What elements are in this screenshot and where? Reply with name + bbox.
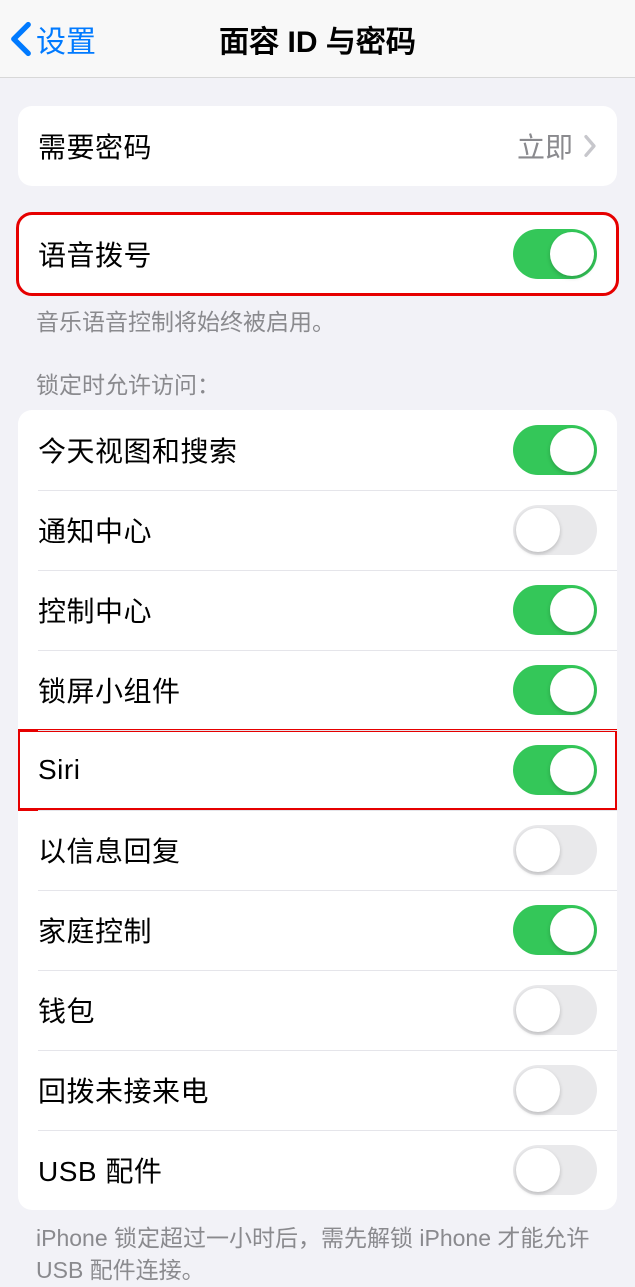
lock-access-row-今天视图和搜索: 今天视图和搜索 — [18, 410, 617, 490]
lock-access-label: 回拨未接来电 — [38, 1070, 209, 1110]
lock-access-row-siri: Siri — [18, 730, 617, 810]
lock-access-toggle-回拨未接来电[interactable] — [513, 1065, 597, 1115]
lock-access-toggle-锁屏小组件[interactable] — [513, 665, 597, 715]
back-label: 设置 — [36, 17, 96, 61]
require-passcode-value: 立即 — [517, 126, 573, 166]
lock-access-row-锁屏小组件: 锁屏小组件 — [18, 650, 617, 730]
lock-access-row-控制中心: 控制中心 — [18, 570, 617, 650]
nav-bar: 设置 面容 ID 与密码 — [0, 0, 635, 78]
voice-dial-footer: 音乐语音控制将始终被启用。 — [0, 294, 635, 338]
voice-dial-label: 语音拨号 — [38, 234, 152, 274]
lock-access-row-家庭控制: 家庭控制 — [18, 890, 617, 970]
lock-access-label: 以信息回复 — [38, 830, 181, 870]
require-passcode-row[interactable]: 需要密码 立即 — [18, 106, 617, 186]
lock-access-toggle-usb-配件[interactable] — [513, 1145, 597, 1195]
voice-dial-row: 语音拨号 — [18, 214, 617, 294]
lock-access-label: Siri — [38, 754, 80, 786]
lock-access-row-usb-配件: USB 配件 — [18, 1130, 617, 1210]
lock-access-footer: iPhone 锁定超过一小时后，需先解锁 iPhone 才能允许 USB 配件连… — [0, 1210, 635, 1286]
require-passcode-group: 需要密码 立即 — [18, 106, 617, 186]
chevron-left-icon — [10, 21, 32, 57]
lock-access-row-钱包: 钱包 — [18, 970, 617, 1050]
lock-access-label: 锁屏小组件 — [38, 670, 181, 710]
lock-access-toggle-家庭控制[interactable] — [513, 905, 597, 955]
lock-access-toggle-钱包[interactable] — [513, 985, 597, 1035]
lock-access-toggle-今天视图和搜索[interactable] — [513, 425, 597, 475]
voice-dial-toggle[interactable] — [513, 229, 597, 279]
lock-access-label: 控制中心 — [38, 590, 152, 630]
lock-access-toggle-siri[interactable] — [513, 745, 597, 795]
back-button[interactable]: 设置 — [10, 17, 96, 61]
lock-access-row-通知中心: 通知中心 — [18, 490, 617, 570]
lock-access-label: 钱包 — [38, 990, 95, 1030]
lock-access-label: 通知中心 — [38, 510, 152, 550]
lock-access-row-以信息回复: 以信息回复 — [18, 810, 617, 890]
require-passcode-label: 需要密码 — [38, 126, 152, 166]
lock-access-toggle-控制中心[interactable] — [513, 585, 597, 635]
lock-access-label: 家庭控制 — [38, 910, 152, 950]
lock-access-group: 今天视图和搜索通知中心控制中心锁屏小组件 Siri 以信息回复家庭控制钱包回拨未接来… — [18, 410, 617, 1210]
voice-dial-group: 语音拨号 — [18, 214, 617, 294]
lock-access-label: USB 配件 — [38, 1150, 162, 1190]
lock-access-toggle-以信息回复[interactable] — [513, 825, 597, 875]
lock-access-toggle-通知中心[interactable] — [513, 505, 597, 555]
lock-access-header: 锁定时允许访问： — [0, 338, 635, 406]
chevron-right-icon — [583, 134, 597, 158]
lock-access-label: 今天视图和搜索 — [38, 430, 238, 470]
lock-access-row-回拨未接来电: 回拨未接来电 — [18, 1050, 617, 1130]
